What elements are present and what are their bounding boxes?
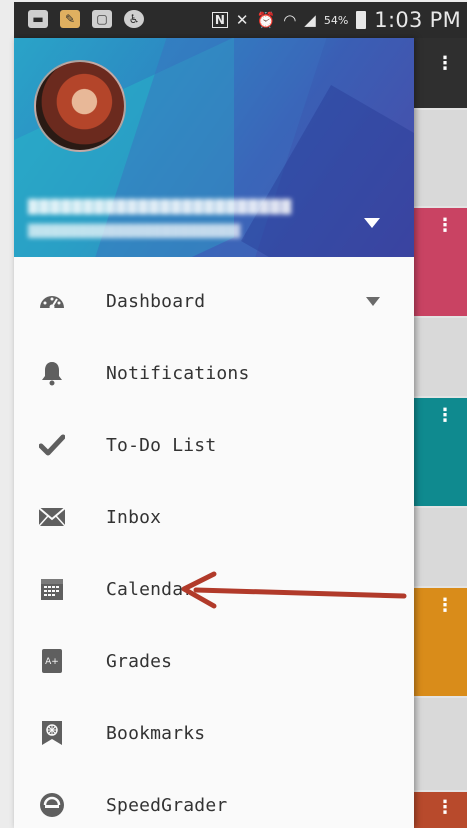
menu-item-inbox[interactable]: Inbox bbox=[14, 481, 414, 553]
avatar[interactable] bbox=[34, 60, 126, 152]
menu-item-label: Notifications bbox=[106, 362, 250, 384]
battery-icon bbox=[356, 11, 367, 29]
course-card[interactable]: ⋮ bbox=[414, 792, 467, 828]
clock: 1:03 PM bbox=[374, 8, 461, 32]
drawer-header: ████████████████████████ ███████████████… bbox=[14, 38, 414, 257]
nfc-icon: N bbox=[211, 12, 228, 28]
course-card[interactable]: ⋮ bbox=[414, 588, 467, 696]
menu-item-calendar[interactable]: Calendar bbox=[14, 553, 414, 625]
envelope-icon bbox=[38, 503, 66, 531]
navigation-drawer: ████████████████████████ ███████████████… bbox=[14, 38, 414, 828]
speedgrader-icon bbox=[38, 791, 66, 819]
overflow-menu-icon[interactable]: ⋮ bbox=[436, 799, 454, 817]
user-email-redacted: ███████████████████████ bbox=[28, 224, 241, 238]
checkmark-icon bbox=[38, 431, 66, 459]
menu-item-label: Calendar bbox=[106, 578, 195, 600]
menu-item-notifications[interactable]: Notifications bbox=[14, 337, 414, 409]
overflow-menu-icon[interactable]: ⋮ bbox=[436, 217, 454, 235]
menu-item-label: SpeedGrader bbox=[106, 794, 228, 816]
account-switcher-toggle[interactable] bbox=[364, 218, 380, 228]
signal-icon: ◢ bbox=[304, 11, 316, 29]
speedometer-icon bbox=[38, 287, 66, 315]
course-card[interactable] bbox=[414, 110, 467, 206]
menu-item-grades[interactable]: A+ Grades bbox=[14, 625, 414, 697]
menu-item-label: To-Do List bbox=[106, 434, 217, 456]
course-card[interactable] bbox=[414, 698, 467, 790]
course-card[interactable]: ⋮ bbox=[414, 208, 467, 316]
overflow-menu-icon[interactable]: ⋮ bbox=[436, 55, 454, 73]
wifi-icon: ◠ bbox=[283, 11, 297, 29]
vibrate-mute-icon: ✕ bbox=[235, 11, 249, 29]
grades-a-plus-icon: A+ bbox=[38, 647, 66, 675]
status-bar-notifications: ▬ ✎ ▢ ♿ bbox=[28, 10, 144, 28]
paint-icon: ✎ bbox=[60, 10, 80, 28]
overflow-menu-icon[interactable]: ⋮ bbox=[436, 597, 454, 615]
menu-item-label: Dashboard bbox=[106, 290, 206, 312]
menu-item-label: Inbox bbox=[106, 506, 162, 528]
course-card[interactable] bbox=[414, 318, 467, 396]
calendar-icon bbox=[38, 575, 66, 603]
course-card[interactable]: ⋮ bbox=[414, 38, 467, 108]
menu-item-speedgrader[interactable]: SpeedGrader bbox=[14, 769, 414, 828]
chevron-down-icon[interactable] bbox=[366, 296, 380, 306]
user-name-redacted: ████████████████████████ bbox=[28, 200, 292, 215]
message-icon: ▬ bbox=[28, 10, 48, 28]
battery-percent: 54% bbox=[323, 13, 349, 27]
svg-text:A+: A+ bbox=[45, 657, 59, 667]
status-bar: ▬ ✎ ▢ ♿ N ✕ ⏰ ◠ ◢ 54% 1:03 PM bbox=[14, 2, 467, 38]
phone-screen: ▬ ✎ ▢ ♿ N ✕ ⏰ ◠ ◢ 54% 1:03 PM ⋮ ⋮ ⋮ ⋮ ⋮ bbox=[0, 0, 467, 828]
accessibility-icon: ♿ bbox=[124, 10, 144, 28]
course-card[interactable] bbox=[414, 508, 467, 586]
menu-item-todo[interactable]: To-Do List bbox=[14, 409, 414, 481]
photo-icon: ▢ bbox=[92, 10, 112, 28]
course-card[interactable]: ⋮ bbox=[414, 398, 467, 506]
course-list-background: ⋮ ⋮ ⋮ ⋮ ⋮ bbox=[414, 38, 467, 828]
overflow-menu-icon[interactable]: ⋮ bbox=[436, 407, 454, 425]
menu-item-label: Grades bbox=[106, 650, 173, 672]
bookmark-icon bbox=[38, 719, 66, 747]
menu-item-bookmarks[interactable]: Bookmarks bbox=[14, 697, 414, 769]
bell-icon bbox=[38, 359, 66, 387]
status-bar-system: N ✕ ⏰ ◠ ◢ 54% 1:03 PM bbox=[211, 8, 461, 32]
menu-item-dashboard[interactable]: Dashboard bbox=[14, 265, 414, 337]
menu-item-label: Bookmarks bbox=[106, 722, 206, 744]
alarm-icon: ⏰ bbox=[256, 11, 276, 29]
